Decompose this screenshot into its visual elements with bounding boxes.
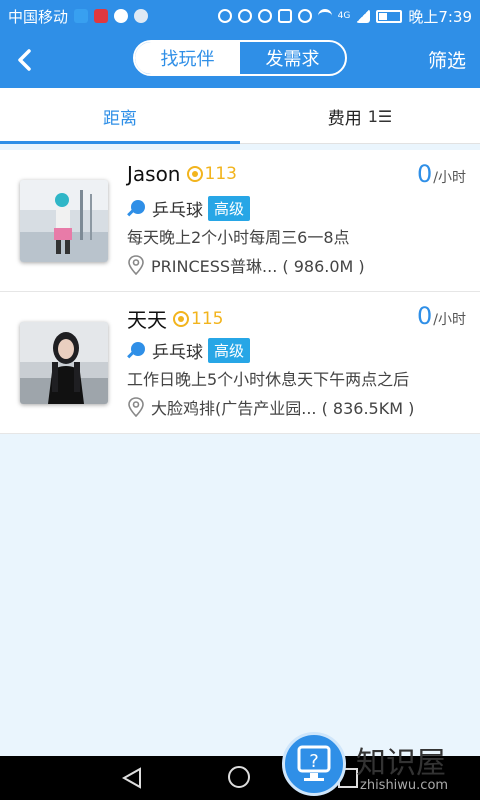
level-icon (186, 166, 203, 182)
nfc-icon (237, 9, 252, 23)
alarm-icon (297, 9, 312, 23)
status-right: 4G 晚上7:39 (217, 6, 472, 27)
price-value: 0 (417, 302, 433, 330)
price-value: 0 (417, 160, 433, 188)
price-unit: /小时 (433, 312, 466, 328)
tab-post-request[interactable]: 发需求 (240, 42, 345, 74)
location-pin-icon (128, 255, 144, 275)
vibrate-icon (277, 9, 292, 23)
name-row: 天天 115 (127, 304, 223, 333)
sort-distance-label: 距离 (103, 108, 137, 129)
player-name: 天天 (127, 308, 167, 332)
list-item[interactable]: Jason 113 0 /小时 乒乓球 高级 每天晚上2个小时每周三6一8点 P… (0, 150, 480, 292)
carrier-name: 中国移动 (8, 7, 69, 26)
player-list: Jason 113 0 /小时 乒乓球 高级 每天晚上2个小时每周三6一8点 P… (0, 150, 480, 434)
signal-icon (356, 9, 371, 23)
schedule-text: 每天晚上2个小时每周三6一8点 (127, 228, 350, 247)
ping-pong-icon (127, 341, 145, 360)
avatar (20, 180, 108, 262)
nav-home-icon[interactable] (228, 766, 250, 788)
network-type: 4G (337, 11, 351, 21)
level-icon (173, 310, 189, 327)
clock: 晚上7:39 (408, 7, 472, 26)
sort-order-icon: 1☰ (367, 106, 393, 126)
location-row: 大脸鸡排(广告产业园... ( 836.5KM ) (127, 395, 414, 419)
player-name: Jason (127, 162, 181, 186)
watermark-text: 知识屋 (356, 746, 446, 781)
sport-row: 乒乓球 高级 (127, 196, 251, 221)
headset-icon (217, 9, 232, 23)
sort-fee-label: 费用 (327, 108, 362, 129)
price: 0 /小时 (417, 302, 466, 330)
location-text: PRINCESS普琳... ( 986.0M ) (151, 257, 365, 276)
help-icon: ? (282, 732, 346, 796)
ping-pong-icon (127, 199, 145, 218)
price: 0 /小时 (417, 160, 466, 188)
status-bar: 中国移动 4G 晚上7:39 (0, 0, 480, 32)
list-item[interactable]: 天天 115 0 /小时 乒乓球 高级 工作日晚上5个小时休息天下午两点之后 大… (0, 292, 480, 434)
weibo-icon (94, 9, 109, 23)
level-value: 115 (191, 308, 224, 329)
tab-find-partner[interactable]: 找玩伴 (135, 42, 240, 74)
sort-distance-tab[interactable]: 距离 (0, 88, 240, 144)
alipay-icon (74, 9, 89, 23)
price-unit: /小时 (433, 170, 466, 186)
sport-row: 乒乓球 高级 (127, 338, 251, 363)
back-button[interactable] (10, 44, 38, 76)
location-text: 大脸鸡排(广告产业园... ( 836.5KM ) (151, 399, 415, 418)
location-pin-icon (128, 397, 144, 417)
svg-text:?: ? (309, 751, 319, 772)
filter-button[interactable]: 筛选 (428, 46, 466, 73)
level-value: 113 (204, 164, 237, 184)
chat-icon (114, 9, 129, 23)
sort-bar: 距离 费用 1☰ (0, 88, 480, 144)
watermark-url: zhishiwu.com (360, 778, 449, 793)
skill-badge: 高级 (208, 338, 251, 363)
mode-switch: 找玩伴 发需求 (133, 40, 347, 76)
name-row: Jason 113 (127, 162, 237, 186)
avatar (20, 322, 108, 404)
location-status-icon (257, 9, 272, 23)
sport-name: 乒乓球 (152, 343, 203, 363)
schedule-text: 工作日晚上5个小时休息天下午两点之后 (127, 370, 410, 389)
battery-icon (376, 9, 403, 23)
sort-fee-tab[interactable]: 费用 1☰ (240, 88, 480, 144)
sport-name: 乒乓球 (152, 201, 203, 221)
nav-back-icon[interactable] (120, 766, 144, 790)
location-row: PRINCESS普琳... ( 986.0M ) (127, 253, 365, 277)
status-left: 中国移动 (8, 6, 149, 27)
app-header: 找玩伴 发需求 筛选 (0, 32, 480, 88)
skill-badge: 高级 (208, 196, 251, 221)
chevron-left-icon (18, 49, 31, 71)
cloud-icon (134, 9, 149, 23)
wifi-icon (317, 9, 332, 23)
